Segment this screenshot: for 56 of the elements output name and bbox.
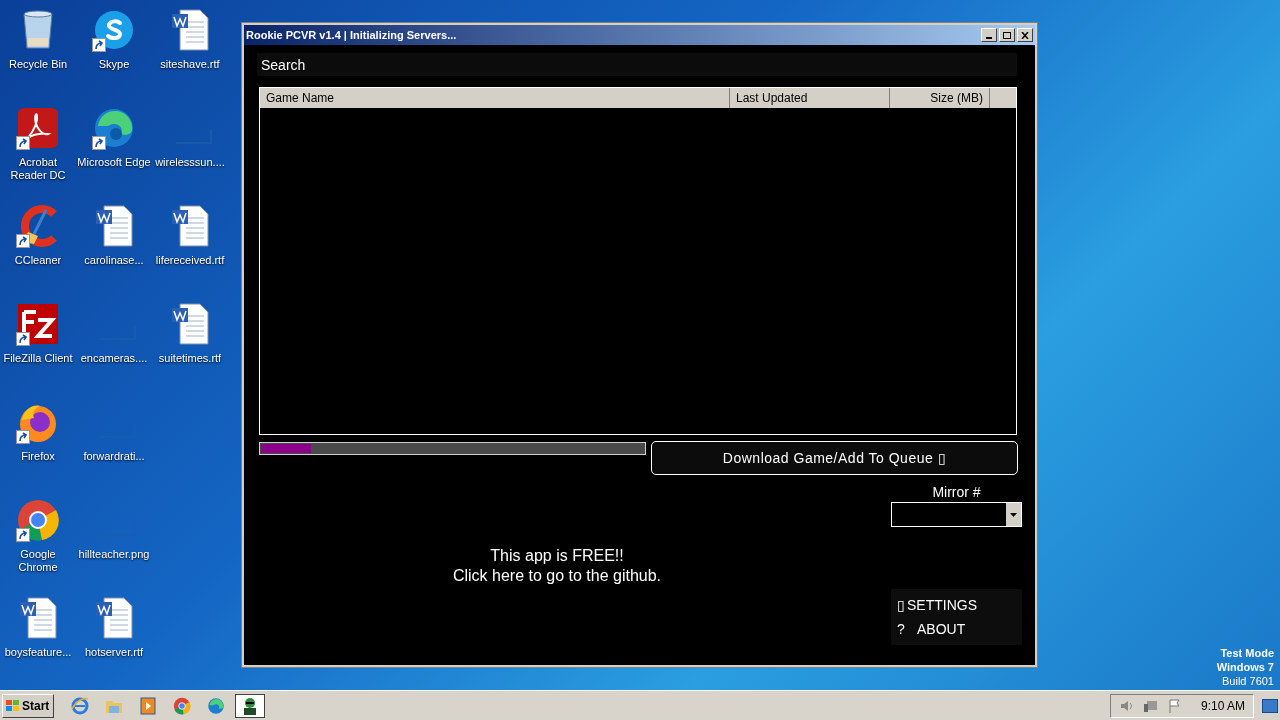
ie-icon[interactable] <box>71 696 89 715</box>
github-link[interactable]: Click here to go to the github. <box>452 566 662 586</box>
watermark-text: Windows 7 <box>1216 660 1274 674</box>
desktop-icon-label[interactable]: Microsoft Edge <box>77 156 151 169</box>
desktop-icon-label[interactable]: Acrobat Reader DC <box>0 156 76 182</box>
free-app-notice: This app is FREE!! <box>490 546 624 566</box>
desktop-icon-label[interactable]: FileZilla Client <box>3 352 73 365</box>
column-header[interactable]: Game Name <box>260 88 730 108</box>
dropdown-arrow-icon <box>1010 512 1017 517</box>
mirror-label: Mirror # <box>932 484 981 500</box>
desktop-icon-label[interactable]: siteshave.rtf <box>160 58 220 71</box>
menu-item[interactable]: ? ABOUT <box>897 620 1016 638</box>
watermark-text: Test Mode <box>1220 646 1274 660</box>
desktop-icon-label[interactable]: CCleaner <box>14 254 62 267</box>
edge-icon[interactable] <box>207 696 225 715</box>
chrome-icon[interactable] <box>173 696 191 715</box>
clock[interactable]: 9:10 AM <box>1200 696 1245 715</box>
column-header[interactable]: Size (MB) <box>890 88 990 108</box>
flag-icon[interactable] <box>1166 697 1183 714</box>
download-button[interactable]: Download Game/Add To Queue ▯ <box>651 441 1018 475</box>
close-button[interactable] <box>1017 28 1033 42</box>
mirror-dropdown[interactable] <box>891 502 1022 527</box>
filezilla-icon <box>16 302 60 346</box>
desktop-icon-label[interactable]: Skype <box>98 58 130 71</box>
show-desktop-button[interactable] <box>1262 698 1278 713</box>
desktop-icon-label[interactable]: Recycle Bin <box>8 58 68 71</box>
column-header[interactable]: Last Updated <box>730 88 890 108</box>
desktop-icon-label[interactable]: encameras.... <box>80 352 148 365</box>
desktop-icon-label[interactable]: hotserver.rtf <box>84 646 144 659</box>
close-icon <box>1021 31 1029 39</box>
desktop-icon-label[interactable]: boysfeature... <box>4 646 72 659</box>
media-player-icon[interactable] <box>139 696 157 715</box>
desktop-icon-label[interactable]: suitetimes.rtf <box>158 352 222 365</box>
chrome-icon <box>16 498 60 542</box>
edge-icon <box>92 106 136 150</box>
desktop-icon-label[interactable]: hillteacher.png <box>78 548 150 561</box>
desktop-icon-label[interactable]: carolinase... <box>84 254 144 267</box>
desktop-icon-label[interactable]: lifereceived.rtf <box>155 254 225 267</box>
menu-item-icon: ? <box>897 620 905 638</box>
pdf-icon <box>16 106 60 150</box>
watermark-text: Build 7601 <box>1222 674 1274 688</box>
search-field[interactable]: Search <box>257 53 1017 76</box>
desktop-icon-label[interactable]: Firefox <box>21 450 55 463</box>
start-button[interactable]: Start <box>2 693 54 718</box>
minimize-button[interactable] <box>981 28 997 42</box>
desktop-icon-label[interactable]: wirelesssun.... <box>155 156 225 169</box>
menu-item[interactable]: ▯SETTINGS <box>897 596 1016 614</box>
maximize-icon <box>1003 31 1011 39</box>
windows-logo-icon <box>5 698 21 713</box>
task-button[interactable] <box>235 693 265 718</box>
menu-item-icon: ▯ <box>897 596 905 614</box>
skype-icon <box>92 8 136 52</box>
desktop-icon-label[interactable]: Google Chrome <box>0 548 76 574</box>
window-title: Rookie PCVR v1.4 | Initializing Servers... <box>246 27 457 43</box>
maximize-button[interactable] <box>999 28 1015 42</box>
desktop-icon-label[interactable]: forwardrati... <box>83 450 145 463</box>
